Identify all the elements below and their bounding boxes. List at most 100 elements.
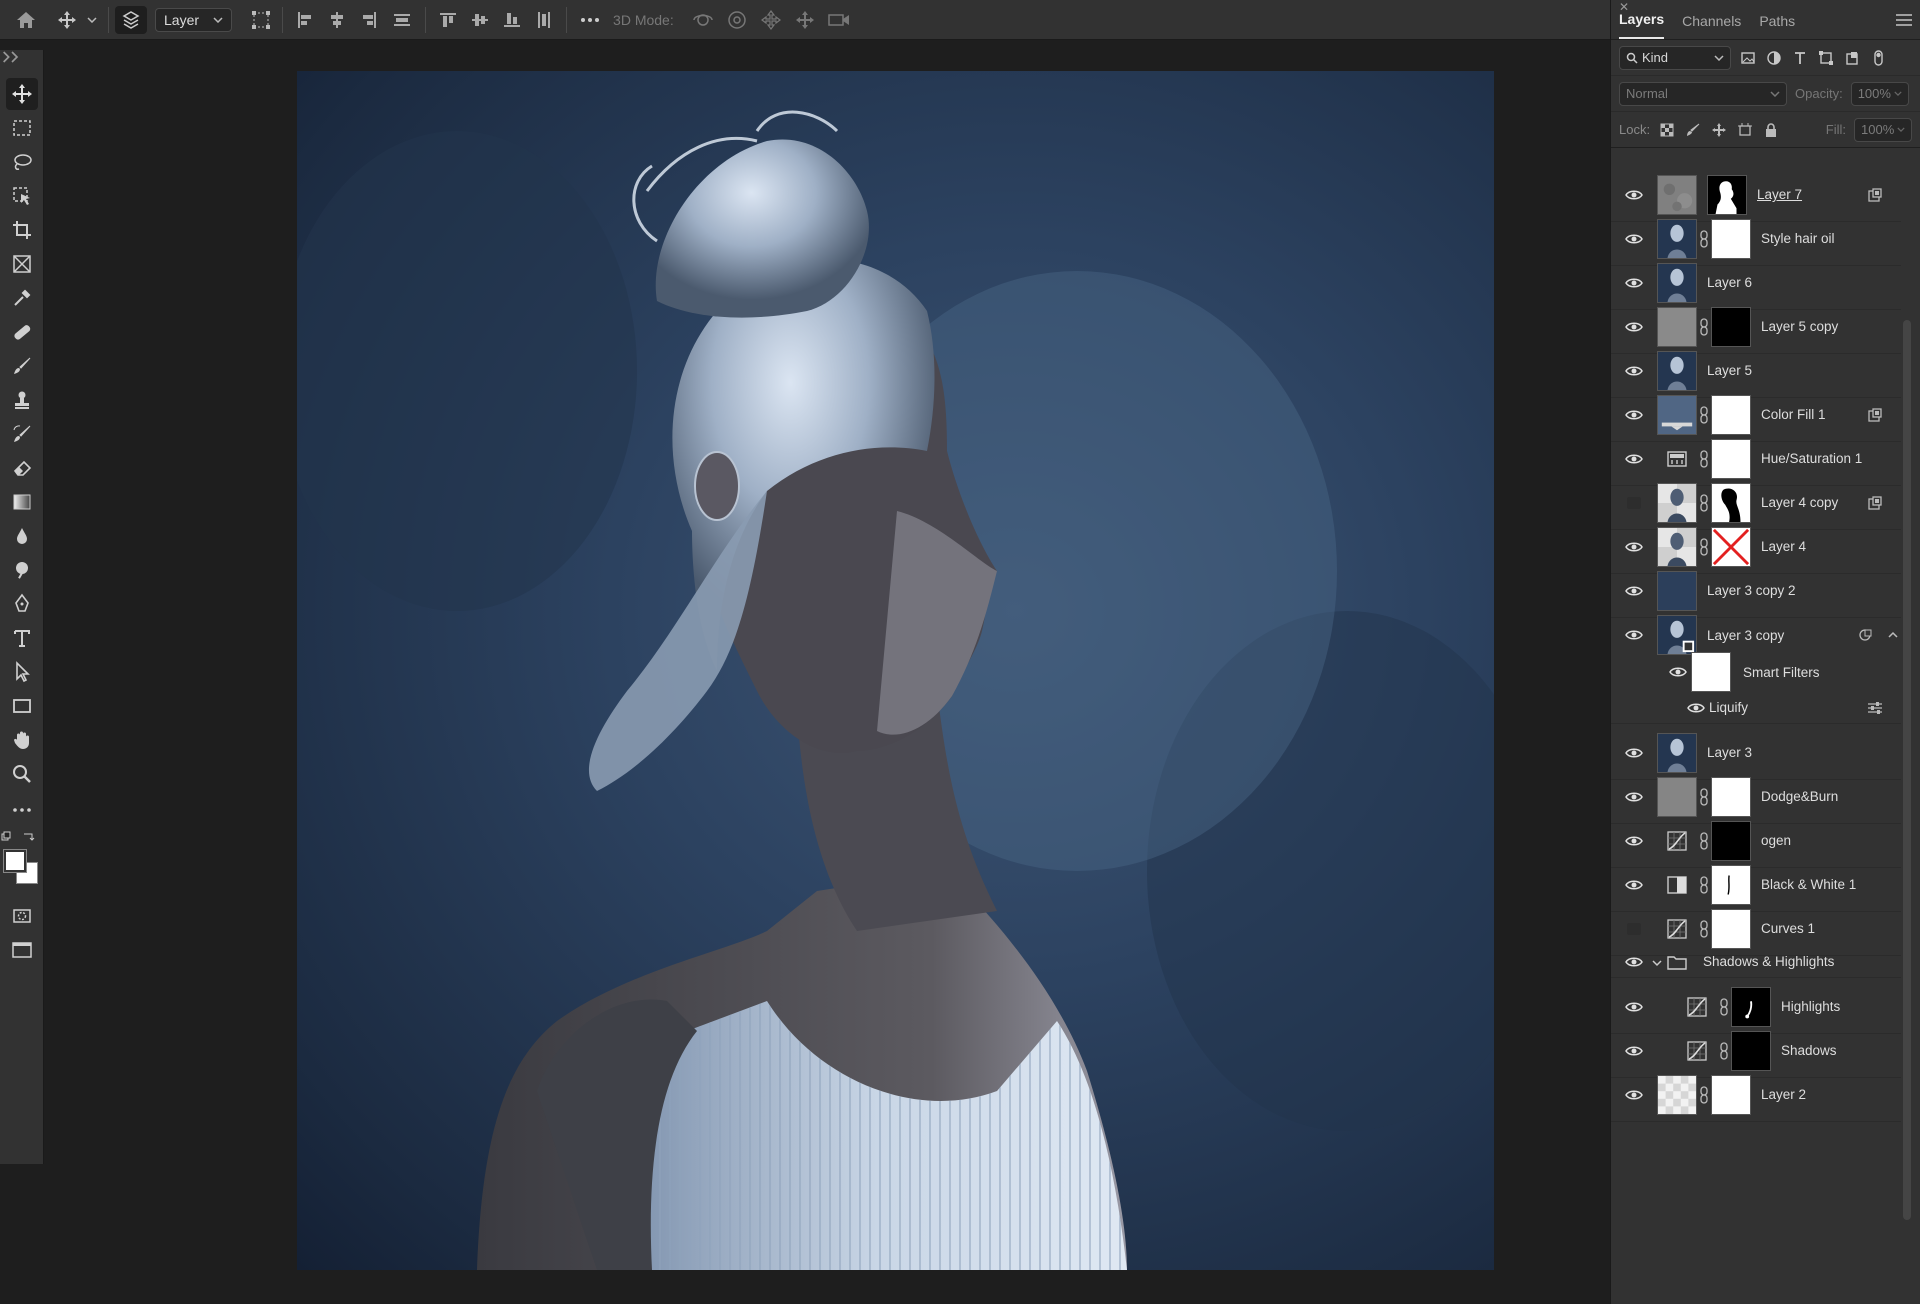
eye-icon[interactable]: [1625, 320, 1643, 334]
home-icon[interactable]: [0, 6, 52, 34]
curves-adjustment-icon[interactable]: [1667, 830, 1687, 851]
eraser-tool[interactable]: [6, 452, 38, 484]
distribute-vertical-icon[interactable]: [528, 6, 560, 34]
layer-row[interactable]: Layer 2: [1611, 1068, 1901, 1122]
eye-icon[interactable]: [1669, 665, 1687, 679]
layer-name[interactable]: ogen: [1761, 833, 1791, 848]
link-chain-icon[interactable]: [1699, 919, 1709, 938]
lock-position-icon[interactable]: [1710, 121, 1728, 139]
link-chain-icon[interactable]: [1699, 449, 1709, 468]
layer-name[interactable]: Shadows: [1781, 1043, 1837, 1058]
marquee-tool[interactable]: [6, 112, 38, 144]
layer-mask-thumbnail[interactable]: [1711, 820, 1751, 861]
distribute-icon[interactable]: [385, 6, 419, 34]
layer-thumbnail[interactable]: [1657, 218, 1697, 259]
dodge-tool[interactable]: [6, 554, 38, 586]
frame-tool[interactable]: [6, 248, 38, 280]
layer-name[interactable]: Layer 3 copy 2: [1707, 583, 1796, 598]
move-tool-icon[interactable]: [52, 6, 82, 34]
lock-image-pixels-icon[interactable]: [1684, 121, 1702, 139]
eye-icon[interactable]: [1625, 746, 1643, 760]
blur-tool[interactable]: [6, 520, 38, 552]
history-brush-tool[interactable]: [6, 418, 38, 450]
move-tool[interactable]: [6, 78, 38, 110]
link-chain-icon[interactable]: [1699, 787, 1709, 806]
filter-row[interactable]: Liquify: [1611, 692, 1901, 724]
fill-field[interactable]: 100%: [1854, 117, 1912, 142]
healing-brush-tool[interactable]: [6, 316, 38, 348]
align-top-edges-icon[interactable]: [432, 6, 464, 34]
gradient-tool[interactable]: [6, 486, 38, 518]
crop-tool[interactable]: [6, 214, 38, 246]
layer-name[interactable]: Layer 2: [1761, 1087, 1806, 1102]
filter-blending-options-icon[interactable]: [1867, 700, 1883, 716]
layer-thumbnail[interactable]: [1657, 174, 1697, 215]
layer-name[interactable]: Layer 7: [1757, 187, 1802, 202]
eye-icon[interactable]: [1625, 834, 1643, 848]
chevron-up-icon[interactable]: [1885, 627, 1898, 643]
eye-icon[interactable]: [1625, 1088, 1643, 1102]
eye-icon[interactable]: [1625, 878, 1643, 892]
layer-thumbnail[interactable]: [1657, 394, 1697, 435]
layer-mask-thumbnail[interactable]: [1711, 438, 1751, 479]
eye-icon[interactable]: [1625, 955, 1643, 969]
auto-select-target-dropdown[interactable]: Layer: [155, 7, 233, 32]
eye-icon[interactable]: [1625, 452, 1643, 466]
layer-name[interactable]: Layer 3 copy: [1707, 628, 1784, 643]
filter-shape-icon[interactable]: [1817, 49, 1835, 67]
pen-tool[interactable]: [6, 588, 38, 620]
layer-thumbnail[interactable]: [1657, 482, 1697, 523]
layer-name[interactable]: Black & White 1: [1761, 877, 1856, 892]
canvas-area[interactable]: [44, 40, 1610, 1304]
layer-name[interactable]: Curves 1: [1761, 921, 1815, 936]
group-name[interactable]: Shadows & Highlights: [1703, 954, 1834, 969]
layer-name[interactable]: Layer 5: [1707, 363, 1752, 378]
link-chain-icon[interactable]: [1699, 875, 1709, 894]
eye-icon[interactable]: [1625, 628, 1643, 642]
layer-mask-thumbnail[interactable]: [1711, 482, 1751, 523]
link-chain-icon[interactable]: [1699, 405, 1709, 424]
link-chain-icon[interactable]: [1699, 493, 1709, 512]
filter-name[interactable]: Liquify: [1709, 700, 1748, 715]
layer-thumbnail[interactable]: [1657, 570, 1697, 611]
eye-icon[interactable]: [1625, 232, 1643, 246]
eye-icon[interactable]: [1625, 276, 1643, 290]
eye-icon[interactable]: [1687, 701, 1705, 715]
align-right-edges-icon[interactable]: [353, 6, 385, 34]
group-row[interactable]: Shadows & Highlights: [1611, 946, 1901, 978]
type-tool[interactable]: [6, 622, 38, 654]
expand-panel-icon[interactable]: [2, 51, 22, 63]
layer-name[interactable]: Color Fill 1: [1761, 407, 1826, 422]
3d-slide-icon[interactable]: [788, 6, 822, 34]
3d-roll-icon[interactable]: [720, 6, 754, 34]
align-left-edges-icon[interactable]: [289, 6, 321, 34]
lock-transparent-pixels-icon[interactable]: [1658, 121, 1676, 139]
layer-name[interactable]: Layer 4 copy: [1761, 495, 1838, 510]
lock-artboard-icon[interactable]: [1736, 121, 1754, 139]
align-vertical-centers-icon[interactable]: [464, 6, 496, 34]
path-selection-tool[interactable]: [6, 656, 38, 688]
link-chain-icon[interactable]: [1699, 229, 1709, 248]
black-white-adjustment-icon[interactable]: [1667, 875, 1687, 895]
visibility-toggle-off[interactable]: [1625, 922, 1643, 936]
layer-mask-thumbnail[interactable]: [1711, 776, 1751, 817]
align-bottom-edges-icon[interactable]: [496, 6, 528, 34]
hamburger-menu-icon[interactable]: [1896, 14, 1912, 29]
layer-mask-thumbnail[interactable]: [1711, 218, 1751, 259]
visibility-toggle-off[interactable]: [1625, 496, 1643, 510]
object-selection-tool[interactable]: [6, 180, 38, 212]
quick-mask-button[interactable]: [6, 900, 38, 932]
blend-mode-dropdown[interactable]: Normal: [1619, 81, 1787, 106]
layer-name[interactable]: Smart Filters: [1743, 665, 1820, 680]
layer-thumbnail[interactable]: [1657, 262, 1697, 303]
chevron-down-icon[interactable]: [1651, 956, 1663, 968]
layer-mask-thumbnail[interactable]: [1707, 174, 1747, 215]
clone-stamp-tool[interactable]: [6, 384, 38, 416]
chevron-down-icon[interactable]: [82, 6, 102, 34]
screen-mode-button[interactable]: [6, 934, 38, 966]
link-chain-icon[interactable]: [1699, 537, 1709, 556]
foreground-color-swatch[interactable]: [3, 849, 27, 873]
link-chain-icon[interactable]: [1699, 831, 1709, 850]
eye-icon[interactable]: [1625, 1000, 1643, 1014]
layer-mask-thumbnail[interactable]: [1711, 306, 1751, 347]
